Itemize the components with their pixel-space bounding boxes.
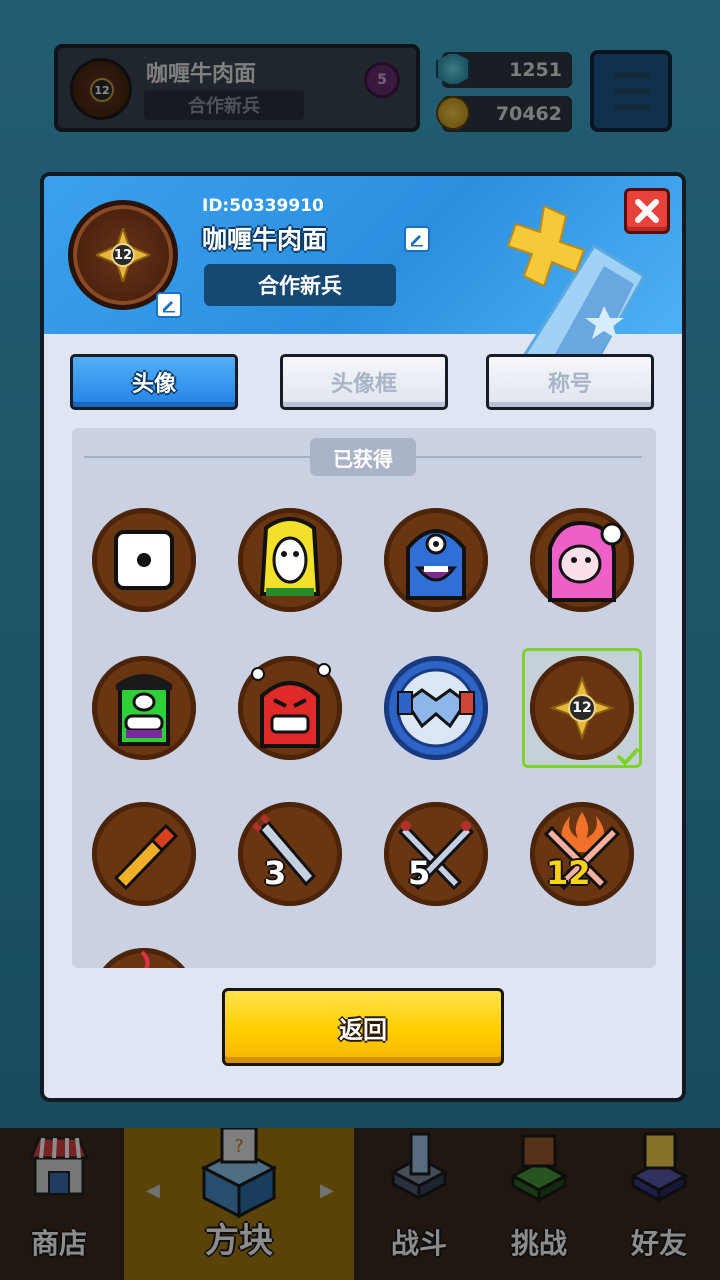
avatar-grid-panel[interactable]: 已获得 12 3 5 12 [72,428,656,968]
tab-avatar-frame[interactable]: 头像框 [280,354,448,410]
yellow-character-icon [259,517,321,596]
red-angry-character-icon [251,663,331,748]
sword-icon [251,813,317,887]
close-icon [635,199,659,223]
avatar-option-blue-cyclops[interactable] [384,508,490,614]
swords-5-number: 5 [408,854,431,892]
blue-cyclops-icon [406,529,466,600]
dialog-header: 12 ID:50339910 咖喱牛肉面 合作新兵 [44,176,682,356]
dice-icon [114,530,174,590]
player-name: 咖喱牛肉面 [202,225,328,254]
check-icon [616,747,640,766]
green-cap-character-icon [116,674,172,746]
handshake-icon [396,668,476,748]
avatar-option-pink-character[interactable] [530,508,636,614]
avatar-option-swords-12[interactable]: 12 [530,802,636,908]
edit-avatar-icon[interactable] [156,292,182,318]
edit-name-icon[interactable] [404,226,430,252]
avatar-option-green-cap-character[interactable] [92,656,198,762]
avatar-option-partial[interactable] [92,948,198,968]
pink-character-icon [548,521,624,602]
player-id: ID:50339910 [202,196,324,216]
tab-title[interactable]: 称号 [486,354,654,410]
avatar-option-handshake[interactable] [384,656,490,762]
avatar-option-yellow-character[interactable] [238,508,344,614]
avatar-option-spyglass[interactable] [92,802,198,908]
emblem-level-text: 12 [572,700,592,716]
section-label-obtained: 已获得 [310,438,416,476]
profile-dialog: 12 ID:50339910 咖喱牛肉面 合作新兵 头像 头像框 称号 已获得 [40,172,686,1102]
avatar-option-dice[interactable] [92,508,198,614]
feather-icon [140,950,150,968]
avatar-option-swords-5[interactable]: 5 [384,802,490,908]
crossed-swords-icon [397,821,475,891]
sword-3-number: 3 [264,854,287,892]
tab-bar: 头像 头像框 称号 [70,354,660,412]
player-title: 合作新兵 [204,264,396,306]
return-button[interactable]: 返回 [222,988,504,1066]
swords-12-number: 12 [546,854,591,892]
avatar-option-level-emblem[interactable]: 12 [522,648,642,768]
avatar-option-sword-3[interactable]: 3 [238,802,344,908]
spyglass-icon [113,823,179,891]
tab-avatar[interactable]: 头像 [70,354,238,410]
close-button[interactable] [624,188,670,234]
profile-avatar-level: 12 [113,247,133,263]
avatar-option-red-angry-character[interactable] [238,656,344,762]
